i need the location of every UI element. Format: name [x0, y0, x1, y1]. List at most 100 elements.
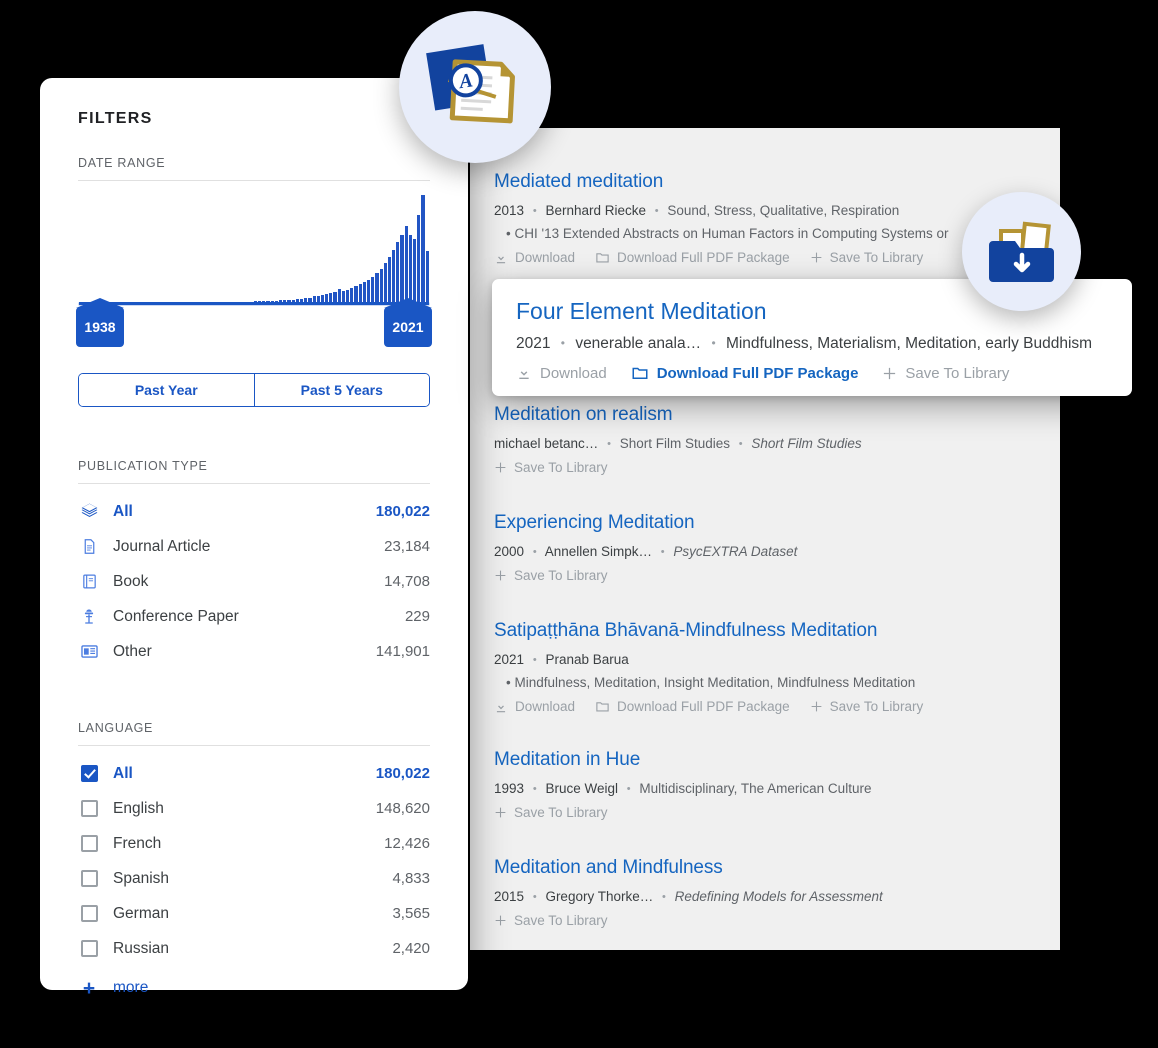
download-package-button[interactable]: Download Full PDF Package: [595, 699, 790, 714]
save-library-button[interactable]: Save To Library: [810, 250, 923, 265]
date-range-histogram[interactable]: 1938 2021: [76, 191, 432, 347]
facet-label: German: [113, 904, 169, 922]
facet-count: 148,620: [375, 800, 430, 817]
histogram-bar: [417, 214, 421, 303]
download-icon: [496, 252, 506, 263]
folder-icon: [596, 702, 609, 712]
publication-type-label: PUBLICATION TYPE: [78, 459, 430, 484]
range-slider-max-handle[interactable]: 2021: [384, 307, 432, 347]
quick-range-buttons: Past Year Past 5 Years: [78, 373, 430, 407]
histogram-bar: [375, 273, 379, 303]
past-5-years-button[interactable]: Past 5 Years: [253, 374, 429, 406]
facet-count: 2,420: [392, 940, 430, 957]
range-slider-min-handle[interactable]: 1938: [76, 307, 124, 347]
range-slider-track[interactable]: [79, 302, 429, 305]
plus-icon: [811, 701, 822, 712]
facet-label: Other: [113, 642, 152, 660]
meta-separator: •: [654, 205, 659, 217]
facet-row-all-languages[interactable]: All 180,022: [78, 756, 430, 791]
result-author: michael betanc…: [494, 436, 599, 451]
download-button[interactable]: Download: [516, 365, 607, 382]
download-package-button[interactable]: Download Full PDF Package: [631, 364, 858, 382]
result-meta: 2000 • Annellen Simpk… • PsycEXTRA Datas…: [494, 542, 1036, 562]
list-item[interactable]: Meditation and Mindfulness 2015 • Gregor…: [470, 856, 1060, 928]
page-title: FILTERS: [78, 110, 153, 127]
past-year-button[interactable]: Past Year: [79, 374, 254, 406]
result-source: Redefining Models for Assessment: [674, 889, 883, 904]
meta-separator: •: [607, 438, 611, 450]
checkbox-icon[interactable]: [78, 835, 100, 852]
result-actions: Save To Library: [494, 913, 1036, 928]
result-title[interactable]: Mediated meditation: [494, 170, 1036, 194]
save-library-button[interactable]: Save To Library: [494, 913, 608, 928]
facet-row-conference-paper[interactable]: Conference Paper 229: [78, 599, 430, 634]
checkbox-checked-icon[interactable]: [78, 765, 100, 782]
result-keywords-line: • Mindfulness, Meditation, Insight Medit…: [494, 673, 1036, 693]
meta-separator: •: [532, 654, 537, 666]
result-title[interactable]: Meditation and Mindfulness: [494, 856, 1036, 880]
save-library-button[interactable]: Save To Library: [882, 365, 1009, 382]
save-library-button[interactable]: Save To Library: [494, 805, 608, 820]
date-range-label: DATE RANGE: [78, 156, 430, 181]
list-item[interactable]: Meditation on realism michael betanc… • …: [470, 403, 1060, 475]
facet-row-english[interactable]: English 148,620: [78, 791, 430, 826]
facet-row-russian[interactable]: Russian 2,420: [78, 931, 430, 966]
checkbox-icon[interactable]: [78, 940, 100, 957]
checkbox-icon[interactable]: [78, 870, 100, 887]
list-gap: [470, 736, 1060, 748]
publication-type-facets: All 180,022 Journal Article 23,184 Book …: [78, 494, 430, 669]
histogram-bar: [413, 239, 417, 303]
facet-row-spanish[interactable]: Spanish 4,833: [78, 861, 430, 896]
checkbox-icon[interactable]: [78, 905, 100, 922]
result-title[interactable]: Meditation on realism: [494, 403, 1036, 427]
facet-label: Spanish: [113, 869, 170, 887]
document-search-icon: A: [426, 44, 515, 124]
histogram-bars: [78, 191, 430, 303]
result-meta: 2021 • Pranab Barua: [494, 650, 1036, 670]
save-library-label: Save To Library: [514, 460, 608, 475]
list-item[interactable]: Meditation in Hue 1993 • Bruce Weigl • M…: [470, 748, 1060, 820]
plus-icon: [495, 915, 506, 926]
facet-row-all-publication-types[interactable]: All 180,022: [78, 494, 430, 529]
checkbox-icon[interactable]: [78, 800, 100, 817]
meta-separator: •: [560, 336, 565, 350]
save-library-button[interactable]: Save To Library: [494, 460, 608, 475]
result-author: Annellen Simpk…: [544, 544, 652, 559]
show-more-languages-button[interactable]: + more: [78, 970, 430, 1006]
result-source-line: • CHI '13 Extended Abstracts on Human Fa…: [494, 224, 1036, 244]
download-package-button[interactable]: Download Full PDF Package: [595, 250, 790, 265]
facet-row-german[interactable]: German 3,565: [78, 896, 430, 931]
result-title[interactable]: Experiencing Meditation: [494, 511, 1036, 535]
download-button[interactable]: Download: [494, 250, 575, 265]
save-library-button[interactable]: Save To Library: [810, 699, 924, 714]
filters-panel: FILTERS DATE RANGE 1938 2021 Past Year P…: [40, 78, 468, 999]
result-title[interactable]: Meditation in Hue: [494, 748, 1036, 772]
histogram-bar: [350, 287, 354, 303]
highlighted-result-year: 2021: [516, 335, 551, 352]
save-library-label: Save To Library: [829, 699, 924, 714]
download-button[interactable]: Download: [494, 699, 575, 714]
plus-icon: [495, 570, 506, 581]
histogram-bar: [366, 279, 371, 303]
document-icon: [78, 538, 100, 555]
facet-count: 4,833: [392, 870, 430, 887]
layers-icon: [78, 502, 100, 521]
download-icon: [519, 367, 529, 379]
list-item[interactable]: Experiencing Meditation 2000 • Annellen …: [470, 511, 1060, 583]
save-library-button[interactable]: Save To Library: [494, 568, 608, 583]
meta-separator: •: [532, 205, 537, 217]
list-item[interactable]: Satipaṭṭhāna Bhāvanā-Mindfulness Meditat…: [470, 619, 1060, 714]
result-actions: Save To Library: [494, 805, 1036, 820]
result-title[interactable]: Satipaṭṭhāna Bhāvanā-Mindfulness Meditat…: [494, 619, 1036, 643]
facet-row-book[interactable]: Book 14,708: [78, 564, 430, 599]
meta-separator: •: [506, 226, 511, 241]
histogram-bar: [379, 268, 383, 303]
result-actions: Download Download Full PDF Package Save …: [494, 250, 1036, 265]
histogram-bar: [421, 195, 425, 303]
facet-row-french[interactable]: French 12,426: [78, 826, 430, 861]
facet-row-other[interactable]: Other 141,901: [78, 634, 430, 669]
facet-row-journal-article[interactable]: Journal Article 23,184: [78, 529, 430, 564]
